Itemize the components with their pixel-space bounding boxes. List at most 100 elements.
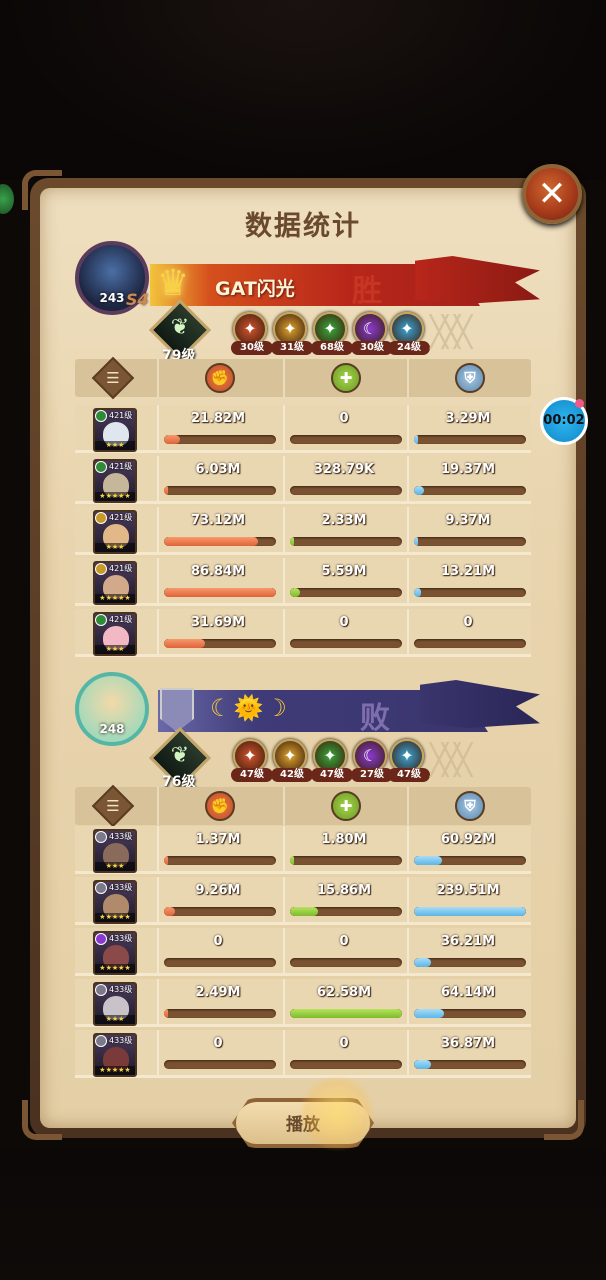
damage-column-header: ✊ [157, 359, 283, 397]
background-bottom [0, 1150, 606, 1280]
tank-column-header: ⛨ [407, 787, 531, 825]
damage-bar-fill [164, 856, 169, 865]
tank-value: 19.37M [440, 462, 496, 477]
row-decoration: ╳╳╳ [430, 743, 472, 778]
tank-cell: 9.37M [407, 507, 527, 555]
faction-level: 47级 [311, 768, 353, 782]
guild-emblem-icons: ☾🌞☽ [210, 694, 289, 722]
tank-bar [414, 537, 526, 546]
hero-stars: ★★★ [95, 543, 135, 552]
hero-stars: ★★★ [95, 645, 135, 654]
damage-bar-fill [164, 537, 259, 546]
table-row: 421级 ★★★★★ 6.03M 328.79K 19.37M [75, 456, 531, 504]
tree-icon: ❦ [170, 315, 190, 340]
tank-cell: 36.21M [407, 928, 527, 976]
damage-icon: ✊ [205, 363, 235, 393]
damage-value: 9.26M [195, 883, 241, 898]
hero-level: 433级 [109, 1036, 133, 1045]
hero-portrait[interactable]: 433级 ★★★ [93, 982, 137, 1026]
heal-cell: 0 [283, 1030, 403, 1078]
season-badge: S4 [126, 290, 149, 309]
heal-bar-fill [290, 588, 301, 597]
heal-column-header: ✚ [283, 787, 407, 825]
faction-icon: ✦ [400, 319, 414, 338]
player1-table-header: ☰ ✊ ✚ ⛨ [75, 356, 531, 400]
damage-bar [164, 639, 276, 648]
heal-bar [290, 537, 402, 546]
faction-icon: ✦ [243, 319, 257, 338]
heal-bar [290, 435, 402, 444]
hero-faction-icon [95, 1035, 107, 1047]
heal-cell: 5.59M [283, 558, 403, 606]
heal-cell: 1.80M [283, 826, 403, 874]
victory-label: 胜 [352, 274, 382, 309]
hero-portrait[interactable]: 421级 ★★★★★ [93, 561, 137, 605]
hero-level: 421级 [109, 564, 133, 573]
faction-icon: ✦ [243, 746, 257, 765]
damage-bar [164, 856, 276, 865]
table-row: 421级 ★★★ 21.82M 0 3.29M [75, 405, 531, 453]
faction-badge: ✦ 47级 [311, 739, 353, 782]
heal-cell: 0 [283, 609, 403, 657]
hero-portrait[interactable]: 433级 ★★★ [93, 829, 137, 873]
faction-badge: ✦ 42级 [271, 739, 313, 782]
tank-bar-fill [414, 537, 419, 546]
damage-value: 6.03M [195, 462, 241, 477]
hero-faction-icon [95, 512, 107, 524]
faction-icon: ✦ [323, 319, 337, 338]
faction-icon: ☾ [362, 319, 378, 338]
hero-faction-icon [95, 410, 107, 422]
faction-badge: ✦ 47级 [388, 739, 430, 782]
hero-level: 421级 [109, 615, 133, 624]
hero-faction-icon [95, 614, 107, 626]
damage-icon: ✊ [205, 791, 235, 821]
heal-bar-fill [290, 537, 295, 546]
player2-avatar[interactable]: 248 [75, 672, 149, 746]
hero-stars: ★★★★★ [95, 492, 135, 501]
hero-portrait[interactable]: 433级 ★★★★★ [93, 1033, 137, 1077]
damage-cell: 73.12M [157, 507, 277, 555]
hero-portrait[interactable]: 421级 ★★★ [93, 612, 137, 656]
frame-corner-decoration [22, 1100, 62, 1140]
tank-cell: 36.87M [407, 1030, 527, 1078]
hero-level: 433级 [109, 832, 133, 841]
hero-level: 421级 [109, 411, 133, 420]
tank-bar [414, 958, 526, 967]
damage-cell: 6.03M [157, 456, 277, 504]
heal-value: 5.59M [321, 564, 367, 579]
hero-portrait[interactable]: 433级 ★★★★★ [93, 880, 137, 924]
faction-level: 47级 [388, 768, 430, 782]
damage-cell: 0 [157, 1030, 277, 1078]
hero-portrait[interactable]: 421级 ★★★ [93, 408, 137, 452]
heal-value: 0 [339, 615, 349, 630]
hero-stars: ★★★ [95, 862, 135, 871]
hero-stars: ★★★★★ [95, 913, 135, 922]
damage-bar-fill [164, 486, 169, 495]
damage-bar [164, 486, 276, 495]
faction-badge: ☾ 27级 [351, 739, 393, 782]
hero-level: 421级 [109, 462, 133, 471]
hero-faction-icon [95, 882, 107, 894]
notification-dot [575, 399, 584, 408]
heal-value: 328.79K [313, 462, 375, 477]
tank-cell: 60.92M [407, 826, 527, 874]
hero-portrait[interactable]: 433级 ★★★★★ [93, 931, 137, 975]
hero-stars: ★★★ [95, 441, 135, 450]
tank-bar-fill [414, 1009, 445, 1018]
damage-value: 0 [213, 1036, 223, 1051]
faction-icon: ☾ [362, 746, 378, 765]
hero-portrait[interactable]: 421级 ★★★★★ [93, 459, 137, 503]
faction-badge: ✦ 31级 [271, 312, 313, 355]
heal-bar [290, 1060, 402, 1069]
damage-bar [164, 537, 276, 546]
heal-bar [290, 958, 402, 967]
hero-portrait[interactable]: 421级 ★★★ [93, 510, 137, 554]
tank-bar [414, 856, 526, 865]
damage-cell: 2.49M [157, 979, 277, 1027]
hero-level: 421级 [109, 513, 133, 522]
damage-bar [164, 907, 276, 916]
document-icon: ☰ [91, 356, 135, 400]
tank-bar [414, 588, 526, 597]
hero-faction-icon [95, 563, 107, 575]
tank-value: 0 [463, 615, 473, 630]
